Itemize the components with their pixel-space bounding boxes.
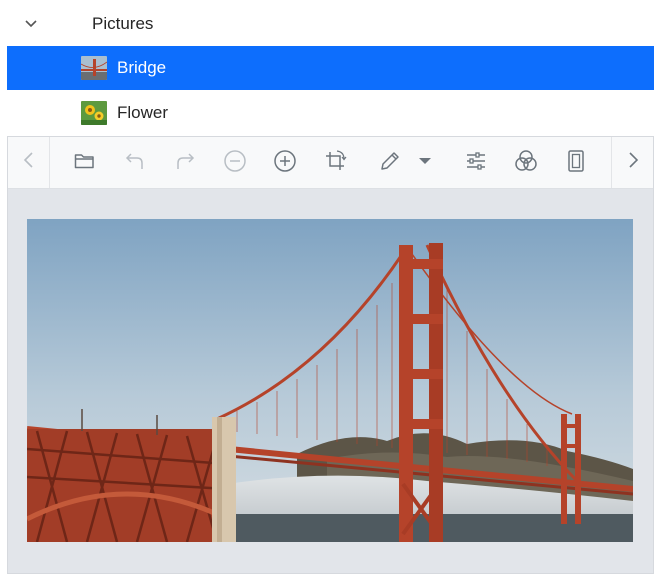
undo-button[interactable] — [119, 147, 151, 179]
open-folder-icon — [73, 149, 97, 178]
tree-item-label: Bridge — [117, 58, 167, 77]
image-canvas[interactable] — [27, 219, 633, 542]
chevron-left-icon — [17, 148, 41, 177]
bridge-thumbnail — [81, 56, 107, 80]
zoom-out-icon — [223, 149, 247, 178]
draw-button[interactable] — [374, 147, 406, 179]
frame-button[interactable] — [560, 147, 592, 179]
tree-item-bridge[interactable]: Bridge — [7, 46, 654, 90]
caret-down-icon — [413, 149, 437, 178]
color-circles-icon — [514, 149, 538, 178]
tree-item-pictures[interactable]: Pictures — [7, 2, 654, 46]
sliders-icon — [464, 149, 488, 178]
chevron-down-icon[interactable] — [21, 14, 41, 34]
redo-icon — [173, 149, 197, 178]
flower-thumbnail — [81, 101, 107, 125]
zoom-out-button[interactable] — [219, 147, 251, 179]
crop-rotate-icon — [323, 149, 347, 178]
tree-item-label: Flower — [117, 103, 169, 122]
zoom-in-button[interactable] — [269, 147, 301, 179]
bridge-photo — [27, 219, 633, 542]
pencil-icon — [378, 149, 402, 178]
draw-options-dropdown[interactable] — [409, 147, 441, 179]
zoom-in-icon — [273, 149, 297, 178]
previous-button[interactable] — [8, 137, 50, 188]
image-viewer — [7, 136, 654, 574]
open-button[interactable] — [69, 147, 101, 179]
filter-button[interactable] — [510, 147, 542, 179]
next-button[interactable] — [611, 137, 653, 188]
viewer-toolbar — [8, 137, 653, 189]
chevron-right-icon — [621, 148, 645, 177]
crop-rotate-button[interactable] — [319, 147, 351, 179]
tree-item-flower[interactable]: Flower — [7, 91, 654, 135]
adjust-button[interactable] — [460, 147, 492, 179]
undo-icon — [123, 149, 147, 178]
tree-item-label: Pictures — [92, 14, 154, 33]
frame-icon — [564, 149, 588, 178]
redo-button[interactable] — [169, 147, 201, 179]
